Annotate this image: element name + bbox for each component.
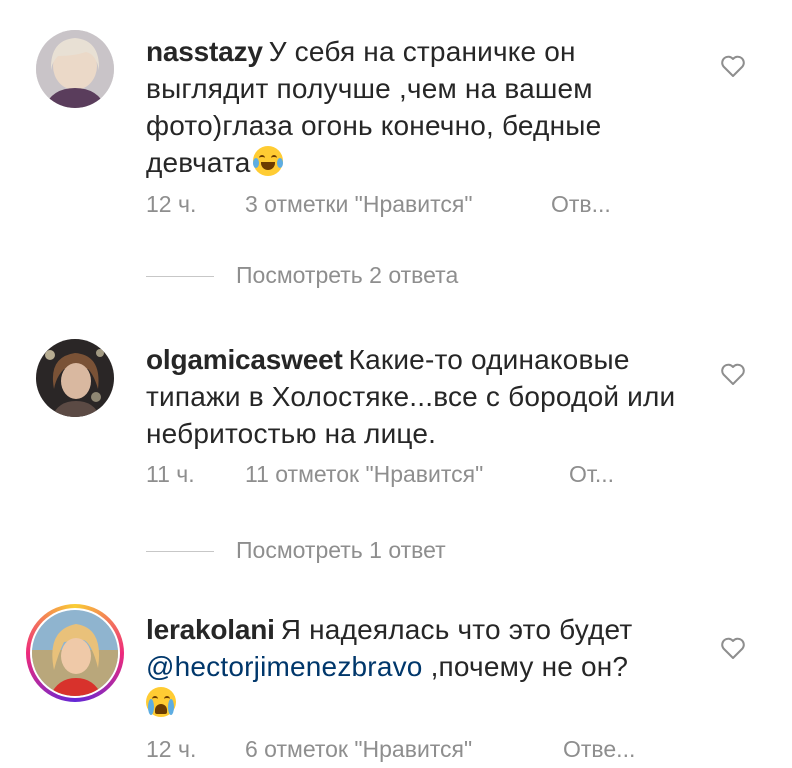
reply-button[interactable]: Отв... <box>551 191 611 218</box>
view-replies-button[interactable]: Посмотреть 2 ответа <box>146 262 458 289</box>
mention-link[interactable]: @hectorjimenezbravo <box>146 651 423 682</box>
comment-text: nasstazy У себя на страничке он выглядит … <box>146 33 686 181</box>
heart-outline-icon[interactable] <box>720 636 746 660</box>
username[interactable]: nasstazy <box>146 36 263 67</box>
comment-body-end: ,почему не он? <box>430 651 629 682</box>
like-count[interactable]: 6 отметок "Нравится" <box>245 736 563 763</box>
heart-outline-icon[interactable] <box>720 362 746 386</box>
comment-time: 12 ч. <box>146 191 197 217</box>
avatar[interactable] <box>36 30 114 108</box>
comment-time: 12 ч. <box>146 736 197 762</box>
comment-meta: 12 ч. 3 отметки "Нравится" Отв... <box>146 191 611 218</box>
reply-button[interactable]: От... <box>569 461 614 488</box>
divider <box>146 276 214 278</box>
loudly-crying-face-icon <box>146 687 176 717</box>
comment-meta: 12 ч. 6 отметок "Нравится" Отве... <box>146 736 635 763</box>
avatar[interactable] <box>36 339 114 417</box>
comment-meta: 11 ч. 11 отметок "Нравится" От... <box>146 461 614 488</box>
comment-text: lerakolani Я надеялась что это будет @hec… <box>146 611 706 722</box>
face-with-tears-of-joy-icon <box>252 146 283 176</box>
like-count[interactable]: 11 отметок "Нравится" <box>245 461 569 488</box>
like-count[interactable]: 3 отметки "Нравится" <box>245 191 551 218</box>
story-ring[interactable] <box>26 604 124 702</box>
avatar[interactable] <box>32 610 118 696</box>
username[interactable]: lerakolani <box>146 614 275 645</box>
view-replies-button[interactable]: Посмотреть 1 ответ <box>146 537 446 564</box>
heart-outline-icon[interactable] <box>720 54 746 78</box>
divider <box>146 551 214 553</box>
view-replies-label: Посмотреть 2 ответа <box>236 262 459 288</box>
view-replies-label: Посмотреть 1 ответ <box>236 537 446 563</box>
comment-body: Я надеялась что это будет <box>280 614 633 645</box>
username[interactable]: olgamicasweet <box>146 344 343 375</box>
reply-button[interactable]: Отве... <box>563 736 635 763</box>
comment-time: 11 ч. <box>146 461 195 487</box>
comment-text: olgamicasweet Какие-то одинаковые типажи … <box>146 341 686 452</box>
